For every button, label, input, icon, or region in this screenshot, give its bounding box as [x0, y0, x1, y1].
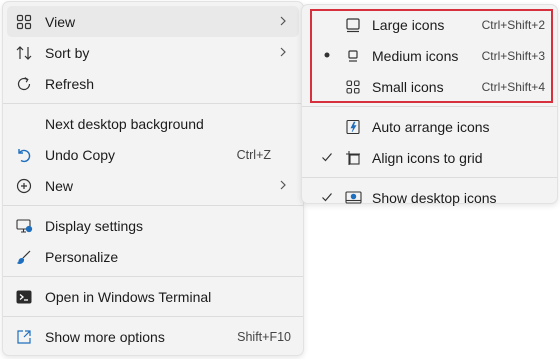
shortcut-text: Ctrl+Shift+2: [481, 17, 545, 32]
menu-item-new[interactable]: New: [7, 170, 299, 201]
selected-dot-icon: [320, 48, 334, 62]
menu-item-label: Personalize: [45, 248, 119, 265]
submenu-item-align-to-grid[interactable]: Align icons to grid: [306, 142, 553, 173]
shortcut-text: Ctrl+Shift+3: [481, 48, 545, 63]
submenu-item-auto-arrange[interactable]: Auto arrange icons: [306, 111, 553, 142]
menu-item-label: Undo Copy: [45, 146, 116, 163]
shortcut-text: Shift+F10: [237, 329, 291, 344]
desktop-context-menu: View Sort by Refresh Next desktop backgr…: [2, 1, 304, 356]
menu-item-label: New: [45, 177, 74, 194]
new-plus-icon: [15, 177, 33, 195]
menu-item-label: Align icons to grid: [372, 149, 483, 166]
menu-item-label: Medium icons: [372, 47, 459, 64]
menu-separator: [302, 177, 557, 178]
menu-item-open-windows-terminal[interactable]: Open in Windows Terminal: [7, 281, 299, 312]
auto-arrange-icon: [344, 118, 362, 136]
align-grid-icon: [344, 149, 362, 167]
menu-item-label: Display settings: [45, 217, 144, 234]
menu-item-view[interactable]: View: [7, 6, 299, 37]
terminal-icon: [15, 288, 33, 306]
menu-separator: [3, 316, 303, 317]
menu-item-sort-by[interactable]: Sort by: [7, 37, 299, 68]
menu-item-undo-copy[interactable]: Undo Copy Ctrl+Z: [7, 139, 299, 170]
menu-item-show-more-options[interactable]: Show more options Shift+F10: [7, 321, 299, 352]
menu-item-refresh[interactable]: Refresh: [7, 68, 299, 99]
view-submenu: Large icons Ctrl+Shift+2 Medium icons Ct…: [301, 4, 558, 206]
menu-separator: [3, 205, 303, 206]
undo-icon: [15, 146, 33, 164]
shortcut-text: Ctrl+Shift+4: [481, 79, 545, 94]
menu-separator: [302, 106, 557, 107]
menu-item-label: Sort by: [45, 44, 90, 61]
grid-view-icon: [15, 13, 33, 31]
show-desktop-icon: [344, 189, 362, 207]
medium-icons-icon: [344, 47, 362, 65]
display-settings-icon: [15, 217, 33, 235]
submenu-item-small-icons[interactable]: Small icons Ctrl+Shift+4: [306, 71, 553, 102]
paintbrush-icon: [15, 248, 33, 266]
chevron-right-icon: [280, 180, 286, 190]
large-icons-icon: [344, 16, 362, 34]
menu-item-label: Show desktop icons: [372, 189, 497, 206]
menu-item-display-settings[interactable]: Display settings: [7, 210, 299, 241]
menu-item-label: Refresh: [45, 75, 95, 92]
checkmark-icon: [320, 150, 334, 164]
menu-item-next-desktop-background[interactable]: Next desktop background: [7, 108, 299, 139]
menu-separator: [3, 103, 303, 104]
menu-item-label: Next desktop background: [45, 115, 204, 132]
share-box-icon: [15, 328, 33, 346]
refresh-icon: [15, 75, 33, 93]
menu-item-label: View: [45, 13, 76, 30]
shortcut-text: Ctrl+Z: [236, 147, 271, 162]
small-icons-icon: [344, 78, 362, 96]
menu-item-label: Show more options: [45, 328, 165, 345]
sort-arrows-icon: [15, 44, 33, 62]
chevron-right-icon: [280, 47, 286, 57]
checkmark-icon: [320, 190, 334, 204]
submenu-item-large-icons[interactable]: Large icons Ctrl+Shift+2: [306, 9, 553, 40]
menu-item-label: Open in Windows Terminal: [45, 288, 212, 305]
submenu-item-medium-icons[interactable]: Medium icons Ctrl+Shift+3: [306, 40, 553, 71]
menu-item-label: Small icons: [372, 78, 444, 95]
menu-item-label: Auto arrange icons: [372, 118, 490, 135]
menu-item-label: Large icons: [372, 16, 445, 33]
menu-item-personalize[interactable]: Personalize: [7, 241, 299, 272]
submenu-item-show-desktop-icons[interactable]: Show desktop icons: [306, 182, 553, 213]
menu-separator: [3, 276, 303, 277]
chevron-right-icon: [280, 16, 286, 26]
